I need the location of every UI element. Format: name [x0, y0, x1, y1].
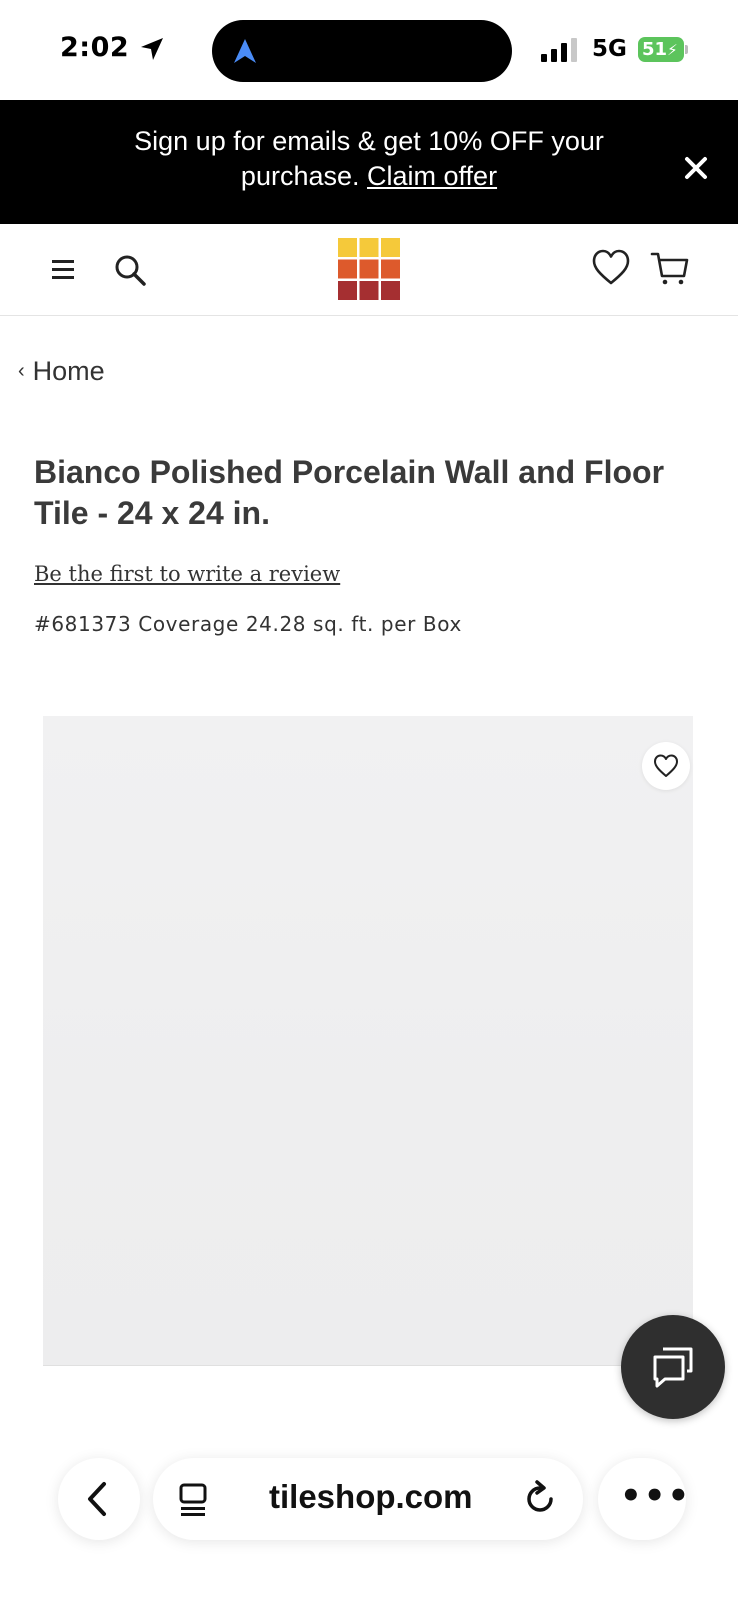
promo-banner: Sign up for emails & get 10% OFF your pu…	[0, 100, 738, 224]
product-image[interactable]	[43, 716, 693, 1366]
battery-percent: 51	[642, 39, 668, 60]
breadcrumb[interactable]: ‹ Home	[18, 356, 105, 387]
reader-mode-icon[interactable]	[177, 1482, 209, 1518]
status-time: 2:02	[60, 32, 130, 63]
charging-bolt-icon: ⚡	[667, 41, 678, 59]
logo-tile	[338, 281, 357, 300]
more-icon: •••	[620, 1476, 692, 1516]
chat-button[interactable]	[621, 1315, 725, 1419]
favorite-button[interactable]	[642, 742, 690, 790]
menu-icon[interactable]	[50, 256, 78, 284]
sku-coverage: #681373 Coverage 24.28 sq. ft. per Box	[34, 612, 462, 636]
logo-tile	[381, 238, 400, 257]
browser-toolbar: tileshop.com •••	[0, 1430, 738, 1600]
close-icon[interactable]	[680, 152, 712, 184]
heart-icon	[654, 754, 678, 777]
product-title: Bianco Polished Porcelain Wall and Floor…	[34, 454, 665, 531]
battery-indicator: 51⚡	[638, 37, 688, 62]
logo-tile	[359, 259, 379, 279]
chevron-left-icon: ‹	[18, 360, 25, 382]
battery-cap	[685, 45, 688, 54]
location-arrow-icon	[141, 38, 163, 60]
write-review-link[interactable]: Be the first to write a review	[34, 562, 340, 586]
logo-tile	[359, 281, 379, 300]
network-label: 5G	[592, 36, 627, 62]
tile-shop-logo[interactable]	[338, 238, 400, 300]
chat-icon	[653, 1347, 693, 1388]
search-icon[interactable]	[112, 252, 148, 288]
claim-offer-link[interactable]: Claim offer	[367, 161, 497, 191]
browser-back-button[interactable]	[58, 1458, 140, 1540]
logo-tile	[338, 238, 357, 257]
dynamic-island	[212, 20, 512, 82]
reload-icon[interactable]	[523, 1480, 557, 1518]
more-options-button[interactable]: •••	[598, 1458, 689, 1540]
battery-level: 51⚡	[638, 37, 684, 62]
cart-icon[interactable]	[650, 248, 690, 288]
site-header	[0, 224, 738, 316]
cellular-signal-icon	[541, 38, 577, 62]
logo-tile	[338, 259, 357, 279]
navigation-icon	[234, 39, 256, 63]
heart-icon[interactable]	[592, 248, 630, 288]
chevron-left-icon	[88, 1482, 106, 1516]
promo-message: Sign up for emails & get 10% OFF your pu…	[85, 124, 653, 194]
address-bar[interactable]: tileshop.com	[153, 1458, 583, 1540]
url-text[interactable]: tileshop.com	[269, 1478, 473, 1516]
logo-tile	[359, 238, 379, 257]
logo-tile	[381, 281, 400, 300]
status-bar: 2:02 5G 51⚡	[0, 0, 738, 100]
breadcrumb-home[interactable]: Home	[33, 356, 105, 387]
logo-tile	[381, 259, 400, 279]
